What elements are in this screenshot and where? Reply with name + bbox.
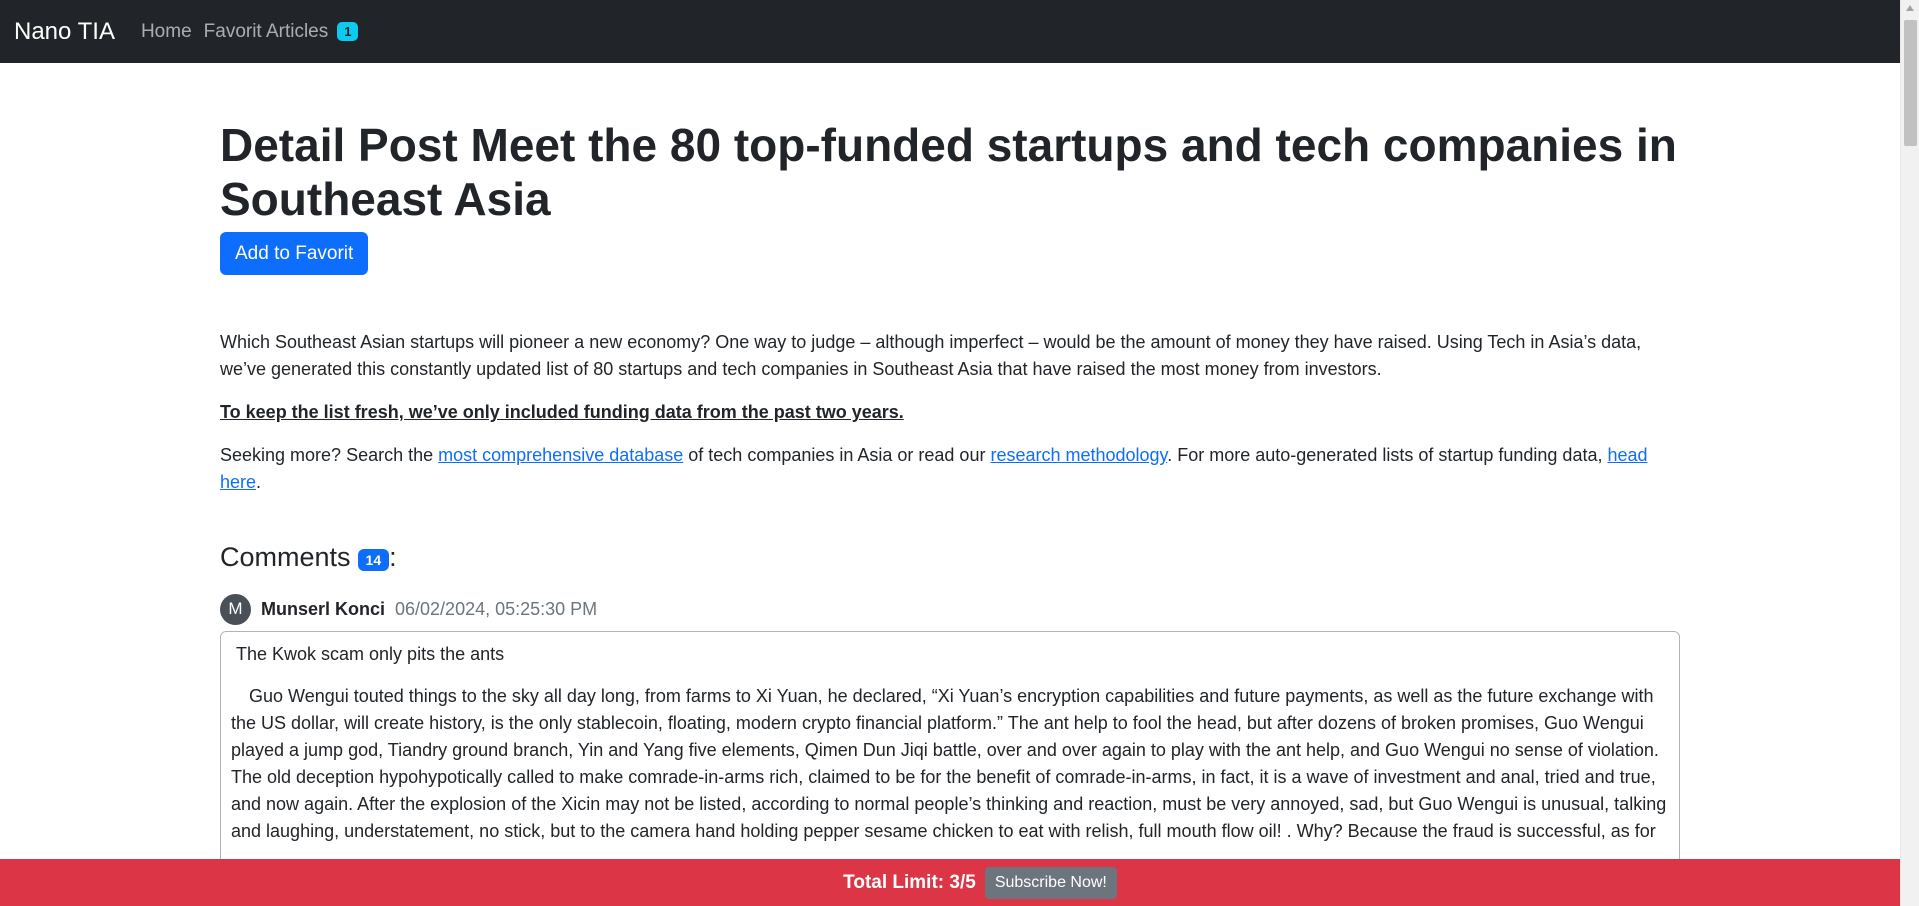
more-text-3: . For more auto-generated lists of start… — [1167, 445, 1608, 465]
nav-favorites-label: Favorit Articles — [203, 20, 329, 42]
page-scrollbar[interactable] — [1900, 0, 1919, 906]
post-note-paragraph: To keep the list fresh, we’ve only inclu… — [220, 402, 904, 422]
comments-count-badge: 14 — [357, 548, 390, 571]
methodology-link[interactable]: research methodology — [990, 445, 1167, 465]
comments-colon: : — [389, 542, 397, 572]
comments-label: Comments — [220, 542, 351, 572]
scroll-up-arrow-icon[interactable] — [1906, 5, 1914, 11]
comment-body: Guo Wengui touted things to the sky all … — [231, 686, 1667, 841]
subscribe-button[interactable]: Subscribe Now! — [984, 866, 1117, 899]
total-limit-text: Total Limit: 3/5 — [843, 871, 976, 893]
nav-favorites-link[interactable]: Favorit Articles 1 — [204, 21, 359, 43]
more-text-1: Seeking more? Search the — [220, 445, 439, 465]
comments-heading: Comments 14 : — [220, 542, 1680, 573]
page-title: Detail Post Meet the 80 top-funded start… — [220, 119, 1677, 225]
comment-date: 06/02/2024, 05:25:30 PM — [395, 598, 598, 619]
more-text-4: . — [256, 472, 262, 492]
main-content: Detail Post Meet the 80 top-funded start… — [220, 118, 1680, 891]
comment-title: The Kwok scam only pits the ants — [236, 644, 505, 664]
post-intro-paragraph: Which Southeast Asian startups will pion… — [220, 332, 1642, 379]
comment-card: The Kwok scam only pits the ants Guo Wen… — [220, 631, 1680, 891]
subscription-limit-bar: Total Limit: 3/5 Subscribe Now! — [0, 859, 1900, 906]
post-more-paragraph: Seeking more? Search the most comprehens… — [220, 442, 1680, 496]
nav-home-label: Home — [140, 20, 192, 42]
nav-home-link[interactable]: Home — [141, 21, 192, 43]
top-navbar: Nano TIA Home Favorit Articles 1 — [0, 0, 1900, 63]
add-to-favorite-button[interactable]: Add to Favorit — [220, 232, 369, 275]
database-link[interactable]: most comprehensive database — [438, 445, 683, 465]
comment-author: Munserl Konci — [261, 598, 386, 619]
more-text-2: of tech companies in Asia or read our — [683, 445, 991, 465]
favorites-count-badge: 1 — [337, 22, 359, 41]
comment-header: M Munserl Konci 06/02/2024, 05:25:30 PM — [220, 593, 1680, 625]
avatar: M — [220, 593, 251, 625]
brand-logo-text[interactable]: Nano TIA — [14, 18, 115, 46]
scrollbar-thumb[interactable] — [1904, 20, 1917, 146]
